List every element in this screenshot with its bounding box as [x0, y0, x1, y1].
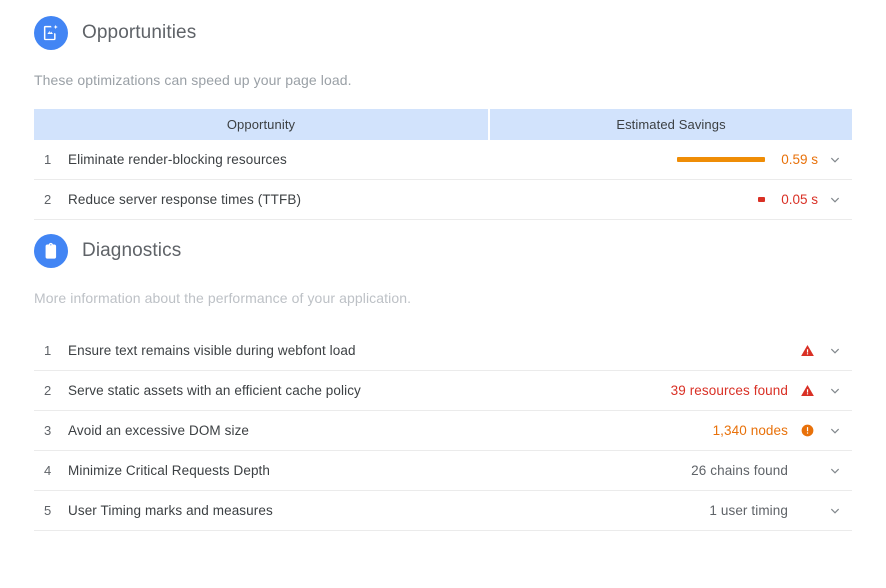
opportunity-title: Eliminate render-blocking resources [68, 152, 287, 167]
diagnostic-value-cell: 39 resources found [671, 383, 852, 398]
diagnostic-value-cell: 1 user timing [709, 503, 852, 518]
clipboard-icon [34, 234, 68, 268]
opportunities-title: Opportunities [82, 22, 197, 43]
row-index: 1 [44, 343, 52, 358]
opportunity-row[interactable]: 2 Reduce server response times (TTFB) 0.05… [34, 180, 852, 220]
row-index: 2 [44, 192, 52, 207]
column-header-opportunity: Opportunity [34, 109, 488, 140]
diagnostic-row[interactable]: 2 Serve static assets with an efficient c… [34, 371, 852, 411]
chevron-down-icon[interactable] [818, 464, 852, 478]
column-header-estimated-savings: Estimated Savings [490, 109, 852, 140]
diagnostic-value: 1,340 nodes [712, 423, 788, 438]
diagnostic-value-cell: 26 chains found [691, 463, 852, 478]
lighthouse-report-panel: Opportunities These optimizations can sp… [0, 0, 886, 588]
diagnostic-row[interactable]: 1 Ensure text remains visible during webf… [34, 331, 852, 371]
savings-bar [758, 197, 765, 202]
opportunity-savings-cell: 0.59 s [669, 152, 852, 167]
diagnostic-row[interactable]: 5 User Timing marks and measures 1 user ti… [34, 491, 852, 531]
diagnostic-value: 1 user timing [709, 503, 788, 518]
diagnostic-title: Minimize Critical Requests Depth [68, 463, 271, 478]
diagnostic-row[interactable]: 4 Minimize Critical Requests Depth 26 chai… [34, 451, 852, 491]
diagnostic-title: Avoid an excessive DOM size [68, 423, 250, 438]
chevron-down-icon[interactable] [818, 153, 852, 167]
diagnostics-section-header: Diagnostics [34, 220, 852, 268]
opportunities-table-header: Opportunity Estimated Savings [34, 109, 852, 140]
row-index: 4 [44, 463, 52, 478]
diagnostic-title: User Timing marks and measures [68, 503, 273, 518]
row-index: 5 [44, 503, 52, 518]
savings-value: 0.05 s [781, 192, 818, 207]
chevron-down-icon[interactable] [818, 384, 852, 398]
row-index: 2 [44, 383, 52, 398]
opportunity-savings-cell: 0.05 s [669, 192, 852, 207]
savings-bar-track [669, 197, 765, 202]
opportunities-table: Opportunity Estimated Savings 1 Eliminate… [34, 109, 852, 220]
diagnostic-title: Serve static assets with an efficient ca… [68, 383, 361, 398]
diagnostic-value: 26 chains found [691, 463, 788, 478]
diagnostics-row-list: 1 Ensure text remains visible during webf… [34, 331, 852, 531]
chevron-down-icon[interactable] [818, 344, 852, 358]
opportunity-title: Reduce server response times (TTFB) [68, 192, 302, 207]
diagnostics-title: Diagnostics [82, 240, 182, 261]
diagnostic-value-cell: 1,340 nodes [713, 423, 852, 438]
diagnostics-description: More information about the performance o… [34, 290, 412, 306]
savings-bar [677, 157, 765, 162]
chevron-down-icon[interactable] [818, 193, 852, 207]
diagnostic-value-cell [788, 343, 852, 358]
warning-triangle-icon [796, 343, 818, 358]
row-index: 1 [44, 152, 52, 167]
diagnostic-row[interactable]: 3 Avoid an excessive DOM size 1,340 nodes [34, 411, 852, 451]
savings-value: 0.59 s [781, 152, 818, 167]
opportunity-row[interactable]: 1 Eliminate render-blocking resources 0.59… [34, 140, 852, 180]
row-index: 3 [44, 423, 52, 438]
diagnostic-value: 39 resources found [670, 383, 788, 398]
opportunities-row-list: 1 Eliminate render-blocking resources 0.59… [34, 140, 852, 220]
info-circle-icon [796, 423, 818, 438]
chevron-down-icon[interactable] [818, 424, 852, 438]
opportunities-section-header: Opportunities [34, 0, 852, 50]
chevron-down-icon[interactable] [818, 504, 852, 518]
savings-bar-track [669, 157, 765, 162]
opportunities-description: These optimizations can speed up your pa… [34, 72, 352, 88]
warning-triangle-icon [796, 383, 818, 398]
diagnostic-title: Ensure text remains visible during webfo… [68, 343, 356, 358]
opportunity-image-sparkle-icon [34, 16, 68, 50]
